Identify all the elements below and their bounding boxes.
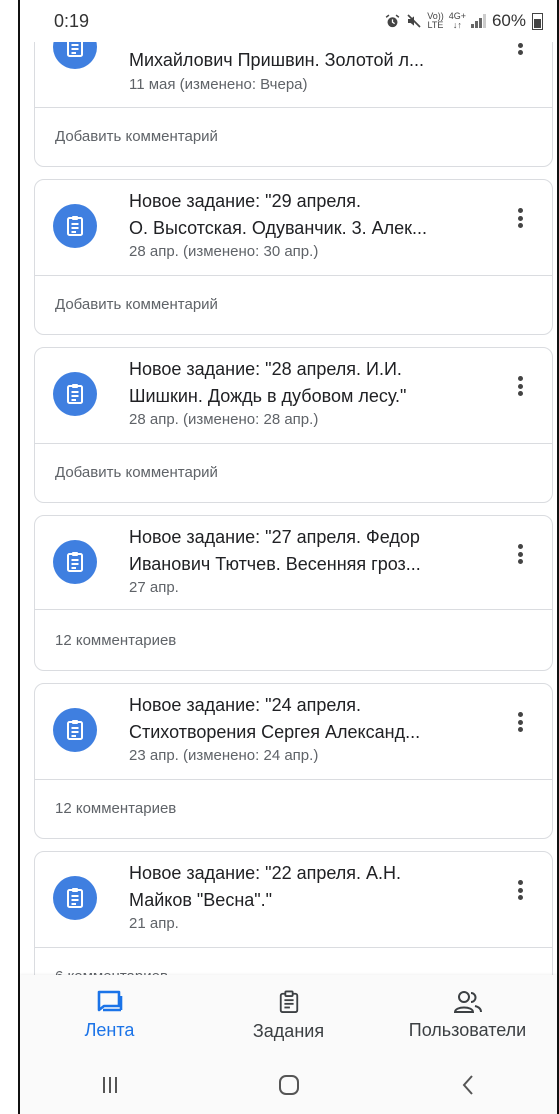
network-type-indicator: 4G+ ↓↑: [448, 11, 466, 30]
card-date: 28 апр. (изменено: 30 апр.): [129, 243, 319, 260]
card-divider: [35, 443, 552, 444]
card-date: 11 мая (изменено: Вчера): [129, 76, 308, 93]
battery-icon: [532, 12, 543, 30]
status-icons: Vo)) LTE 4G+ ↓↑ 60%: [384, 11, 543, 31]
status-bar: 0:19 Vo)) LTE 4G+ ↓↑ 60%: [20, 0, 557, 42]
add-comment-link[interactable]: Добавить комментарий: [55, 128, 218, 145]
system-navigation-bar: [20, 1055, 557, 1114]
nav-tab-people[interactable]: Пользователи: [378, 975, 557, 1055]
card-title[interactable]: Михайлович Пришвин. Золотой л...: [129, 47, 489, 74]
more-options-button[interactable]: [510, 876, 530, 904]
card-title-line: О. Высотская. Одуванчик. 3. Алек...: [129, 218, 427, 238]
more-options-button[interactable]: [510, 540, 530, 568]
home-icon: [278, 1074, 299, 1095]
card-divider: [35, 275, 552, 276]
card-title-line: Шишкин. Дождь в дубовом лесу.": [129, 386, 407, 406]
nav-label: Пользователи: [408, 1019, 527, 1040]
alarm-icon: [385, 14, 400, 27]
more-options-button[interactable]: [510, 708, 530, 736]
nav-tab-classwork[interactable]: Задания: [199, 975, 378, 1055]
assignment-avatar-icon: [53, 372, 97, 416]
card-title[interactable]: Новое задание: "22 апреля. А.Н. Майков "…: [129, 860, 489, 914]
card-title[interactable]: Новое задание: "27 апреля. Федор Иванови…: [129, 524, 489, 578]
back-icon: [462, 1074, 473, 1095]
card-divider: [35, 779, 552, 780]
nav-tab-stream[interactable]: Лента: [20, 975, 199, 1055]
nav-label: Лента: [84, 1019, 135, 1040]
volte-indicator: Vo)) LTE: [427, 11, 444, 30]
card-date: 23 апр. (изменено: 24 апр.): [129, 747, 319, 764]
mute-icon: [407, 14, 421, 28]
more-options-button[interactable]: [510, 372, 530, 400]
card-title[interactable]: Новое задание: "29 апреля. О. Высотская.…: [129, 188, 489, 242]
card-date: 21 апр.: [129, 915, 179, 932]
card-title-line: Стихотворения Сергея Александ...: [129, 722, 421, 742]
recent-apps-button[interactable]: [80, 1075, 140, 1095]
people-icon: [453, 990, 482, 1013]
card-title-line: Майков "Весна".": [129, 890, 273, 910]
back-button[interactable]: [438, 1074, 498, 1096]
stream-card[interactable]: Новое задание: "29 апреля. О. Высотская.…: [34, 179, 553, 335]
assignment-avatar-icon: [53, 876, 97, 920]
assignment-avatar-icon: [53, 708, 97, 752]
recent-apps-icon: [102, 1076, 117, 1093]
card-divider: [35, 947, 552, 948]
more-options-button[interactable]: [510, 204, 530, 232]
stream-card[interactable]: Новое задание: "28 апреля. И.И. Шишкин. …: [34, 347, 553, 503]
assignment-avatar-icon: [53, 540, 97, 584]
status-time: 0:19: [54, 10, 90, 31]
home-button[interactable]: [259, 1074, 319, 1096]
card-title-line: Новое задание: "22 апреля. А.Н.: [129, 863, 402, 883]
stream-card[interactable]: Новое задание: "24 апреля. Стихотворения…: [34, 683, 553, 839]
card-title-line: Новое задание: "28 апреля. И.И.: [129, 359, 402, 379]
card-date: 27 апр.: [129, 579, 179, 596]
nav-label: Задания: [252, 1020, 325, 1041]
card-title[interactable]: Новое задание: "28 апреля. И.И. Шишкин. …: [129, 356, 489, 410]
bottom-navigation: Лента Задания Пользователи: [20, 975, 557, 1055]
card-title-line: Новое задание: "27 апреля. Федор: [129, 527, 420, 547]
add-comment-link[interactable]: Добавить комментарий: [55, 464, 218, 481]
assignment-avatar-icon: [53, 204, 97, 248]
left-frame-edge: [0, 0, 20, 1114]
card-title-line: Михайлович Пришвин. Золотой л...: [129, 50, 425, 70]
card-title-line: Новое задание: "24 апреля.: [129, 695, 362, 715]
stream-card[interactable]: Новое задание: "27 апреля. Федор Иванови…: [34, 515, 553, 671]
signal-strength-icon: [470, 14, 486, 28]
add-comment-link[interactable]: Добавить комментарий: [55, 296, 218, 313]
feed-icon: [97, 990, 122, 1011]
card-divider: [35, 107, 552, 108]
comments-count-link[interactable]: 12 комментариев: [55, 632, 176, 649]
battery-percent: 60%: [491, 11, 526, 30]
card-title[interactable]: Новое задание: "24 апреля. Стихотворения…: [129, 692, 489, 746]
comments-count-link[interactable]: 12 комментариев: [55, 800, 176, 817]
card-title-line: Иванович Тютчев. Весенняя гроз...: [129, 554, 421, 574]
assignment-icon: [279, 990, 298, 1013]
card-date: 28 апр. (изменено: 28 апр.): [129, 411, 319, 428]
card-divider: [35, 609, 552, 610]
card-title-line: Новое задание: "29 апреля.: [129, 191, 362, 211]
